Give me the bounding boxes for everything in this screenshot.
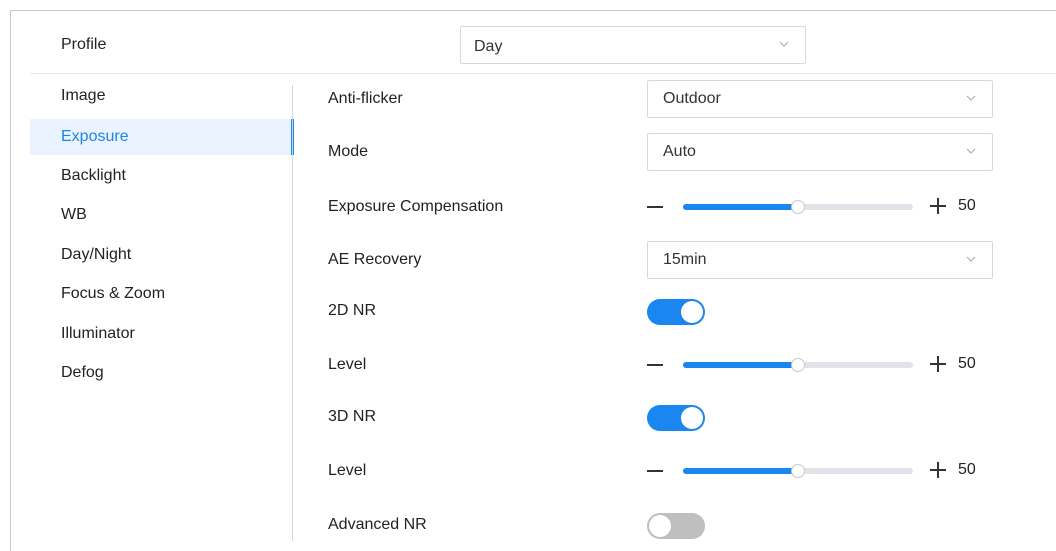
nr-3d-toggle[interactable] — [647, 405, 705, 431]
nr-2d-level-label: Level — [328, 356, 367, 373]
slider-thumb[interactable] — [791, 358, 805, 372]
nr-2d-level-slider: 50 — [647, 355, 992, 377]
advanced-nr-toggle[interactable] — [647, 513, 705, 539]
toggle-knob — [649, 515, 671, 537]
profile-select[interactable]: Day — [460, 26, 806, 64]
sidebar-item-exposure[interactable]: Exposure — [30, 118, 294, 155]
chevron-down-icon — [966, 95, 976, 101]
anti-flicker-select[interactable]: Outdoor — [647, 80, 993, 118]
sidebar-item-label: WB — [61, 206, 87, 223]
sidebar-item-label: Backlight — [61, 166, 126, 184]
nr-3d-level-label: Level — [328, 462, 367, 479]
sidebar-item-day-night[interactable]: Day/Night — [30, 241, 292, 281]
sidebar-item-illuminator[interactable]: Illuminator — [30, 320, 292, 360]
slider-thumb[interactable] — [791, 464, 805, 478]
ae-recovery-value: 15min — [663, 251, 707, 268]
nr-2d-level-row: Level 50 — [328, 346, 1028, 386]
plus-icon[interactable] — [930, 462, 946, 478]
nr-3d-level-row: Level 50 — [328, 452, 1028, 492]
sidebar-item-defog[interactable]: Defog — [30, 359, 292, 399]
sidebar-item-wb[interactable]: WB — [30, 201, 292, 241]
anti-flicker-row: Anti-flicker Outdoor — [328, 80, 1028, 120]
sidebar-item-image[interactable]: Image — [30, 82, 292, 122]
profile-select-value: Day — [474, 38, 503, 55]
slider-track[interactable] — [683, 464, 913, 478]
advanced-nr-label: Advanced NR — [328, 516, 427, 533]
mode-value: Auto — [663, 143, 696, 160]
nr-3d-level-value: 50 — [958, 461, 976, 478]
plus-icon[interactable] — [930, 356, 946, 372]
nr-2d-toggle[interactable] — [647, 299, 705, 325]
nr-2d-label: 2D NR — [328, 302, 377, 319]
ae-recovery-row: AE Recovery 15min — [328, 241, 1028, 281]
sidebar-item-label: Focus & Zoom — [61, 285, 166, 302]
sidebar-item-label: Day/Night — [61, 245, 132, 263]
minus-icon[interactable] — [647, 206, 663, 208]
nr-2d-row: 2D NR — [328, 292, 1028, 332]
slider-thumb[interactable] — [791, 200, 805, 214]
mode-row: Mode Auto — [328, 133, 1028, 173]
sidebar-item-label: Image — [61, 87, 106, 104]
exposure-compensation-row: Exposure Compensation 50 — [328, 188, 1028, 228]
exposure-compensation-label: Exposure Compensation — [328, 198, 504, 215]
sidebar-nav: Image Exposure Backlight WB Day/Night Fo… — [30, 82, 294, 399]
slider-fill — [683, 468, 798, 474]
chevron-down-icon — [966, 148, 976, 154]
slider-fill — [683, 362, 798, 368]
chevron-down-icon — [779, 41, 789, 47]
sidebar-item-label: Illuminator — [61, 324, 135, 342]
profile-label: Profile — [61, 36, 107, 53]
ae-recovery-label: AE Recovery — [328, 251, 422, 268]
nr-3d-label: 3D NR — [328, 408, 377, 425]
sidebar-item-focus-zoom[interactable]: Focus & Zoom — [30, 280, 292, 320]
exposure-compensation-value: 50 — [958, 197, 976, 214]
plus-icon[interactable] — [930, 198, 946, 214]
anti-flicker-label: Anti-flicker — [328, 90, 403, 107]
nr-2d-level-value: 50 — [958, 355, 976, 372]
mode-select[interactable]: Auto — [647, 133, 993, 171]
anti-flicker-value: Outdoor — [663, 90, 721, 107]
toggle-knob — [681, 301, 703, 323]
toggle-knob — [681, 407, 703, 429]
sidebar-item-backlight[interactable]: Backlight — [30, 162, 292, 202]
sidebar-item-label: Defog — [61, 364, 104, 381]
sidebar-item-label: Exposure — [61, 127, 129, 145]
nr-3d-row: 3D NR — [328, 398, 1028, 438]
slider-track[interactable] — [683, 200, 913, 214]
minus-icon[interactable] — [647, 470, 663, 472]
minus-icon[interactable] — [647, 364, 663, 366]
nr-3d-level-slider: 50 — [647, 461, 992, 483]
exposure-compensation-slider: 50 — [647, 197, 992, 219]
ae-recovery-select[interactable]: 15min — [647, 241, 993, 279]
advanced-nr-row: Advanced NR — [328, 506, 1028, 546]
slider-track[interactable] — [683, 358, 913, 372]
chevron-down-icon — [966, 256, 976, 262]
mode-label: Mode — [328, 143, 369, 160]
sidebar-divider — [292, 85, 293, 541]
profile-row: Profile Day — [30, 22, 1056, 74]
slider-fill — [683, 204, 798, 210]
